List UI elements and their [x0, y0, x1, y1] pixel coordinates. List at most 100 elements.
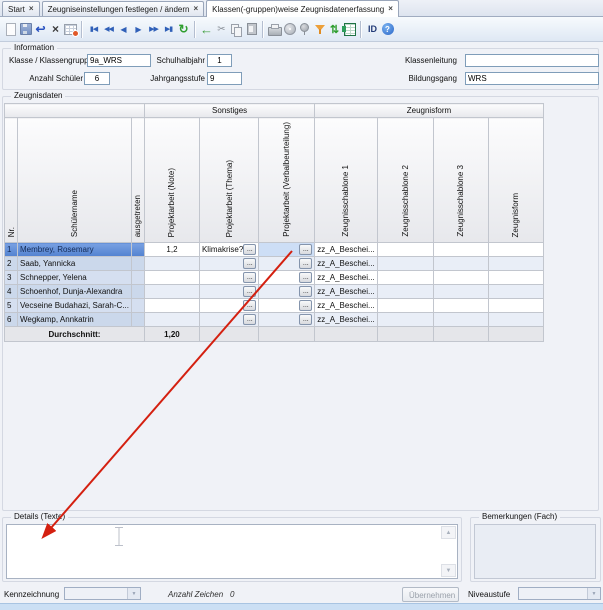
ellipsis-button[interactable]: ... — [299, 314, 312, 325]
cell-nr[interactable]: 6 — [5, 313, 18, 327]
cell-name[interactable]: Wegkamp, Annkatrin — [18, 313, 132, 327]
cell-ausgetreten[interactable] — [131, 313, 144, 327]
cell-note[interactable]: 1,2 — [144, 243, 199, 257]
refresh-icon[interactable]: ↻ — [176, 19, 191, 39]
table-edit-icon[interactable] — [63, 19, 78, 39]
kennzeichnung-combobox[interactable]: ▼ — [64, 587, 141, 600]
student-row[interactable]: 4Schoenhof, Dunja-Alexandra......zz_A_Be… — [5, 285, 544, 299]
cell-zeugnisform[interactable] — [488, 285, 543, 299]
tab-start[interactable]: Start× — [2, 1, 40, 16]
niveaustufe-combobox[interactable]: ▼ — [518, 587, 601, 600]
bemerkungen-textarea[interactable] — [474, 524, 596, 579]
anzahl-schueler-input[interactable] — [84, 72, 110, 85]
disc-icon[interactable] — [282, 19, 297, 39]
tab-close-icon[interactable]: × — [388, 5, 393, 13]
cell-thema[interactable]: Klimakrise?... — [199, 243, 258, 257]
cell-schablone3[interactable] — [433, 271, 488, 285]
cell-schablone1[interactable]: zz_A_Beschei... — [315, 313, 377, 327]
cell-name[interactable]: Vecseine Budahazi, Sarah-C... — [18, 299, 132, 313]
cell-nr[interactable]: 3 — [5, 271, 18, 285]
nav-last-icon[interactable]: ▶▮ — [161, 19, 176, 39]
cell-schablone3[interactable] — [433, 299, 488, 313]
sync-icon[interactable]: ⇅ — [327, 19, 342, 39]
cell-zeugnisform[interactable] — [488, 271, 543, 285]
print-icon[interactable] — [267, 19, 282, 39]
id-icon[interactable]: ID — [365, 19, 380, 39]
undo-icon[interactable]: ↩ — [33, 19, 48, 39]
cell-note[interactable] — [144, 257, 199, 271]
cell-schablone2[interactable] — [377, 299, 433, 313]
cell-nr[interactable]: 2 — [5, 257, 18, 271]
pin-icon[interactable] — [297, 19, 312, 39]
cell-thema[interactable]: ... — [199, 271, 258, 285]
nav-first-icon[interactable]: ▮◀ — [86, 19, 101, 39]
cell-nr[interactable]: 4 — [5, 285, 18, 299]
cell-nr[interactable]: 5 — [5, 299, 18, 313]
cell-name[interactable]: Schoenhof, Dunja-Alexandra — [18, 285, 132, 299]
ellipsis-button[interactable]: ... — [243, 258, 256, 269]
uebernehmen-button[interactable]: Übernehmen — [402, 587, 459, 602]
ellipsis-button[interactable]: ... — [243, 314, 256, 325]
delete-icon[interactable]: × — [48, 19, 63, 39]
cell-verbal[interactable]: ... — [259, 313, 315, 327]
jahrgangsstufe-input[interactable] — [207, 72, 242, 85]
help-icon[interactable]: ? — [380, 19, 395, 39]
cell-ausgetreten[interactable] — [131, 243, 144, 257]
filter-icon[interactable] — [312, 19, 327, 39]
nav-fast-prev-icon[interactable]: ◀◀ — [101, 19, 116, 39]
details-textarea[interactable]: ▲ ▼ — [6, 524, 458, 579]
cell-schablone2[interactable] — [377, 271, 433, 285]
klassenleitung-input[interactable] — [465, 54, 599, 67]
cell-thema[interactable]: ... — [199, 285, 258, 299]
ellipsis-button[interactable]: ... — [243, 286, 256, 297]
cell-schablone1[interactable]: zz_A_Beschei... — [315, 285, 377, 299]
cell-zeugnisform[interactable] — [488, 243, 543, 257]
student-row[interactable]: 2Saab, Yannicka......zz_A_Beschei... — [5, 257, 544, 271]
cell-nr[interactable]: 1 — [5, 243, 18, 257]
cell-verbal[interactable]: ... — [259, 257, 315, 271]
cell-note[interactable] — [144, 313, 199, 327]
tab-close-icon[interactable]: × — [193, 5, 198, 13]
cell-ausgetreten[interactable] — [131, 299, 144, 313]
ellipsis-button[interactable]: ... — [243, 244, 256, 255]
scroll-up-icon[interactable]: ▲ — [441, 526, 456, 539]
save-icon[interactable] — [18, 19, 33, 39]
excel-icon[interactable] — [342, 19, 357, 39]
cell-schablone2[interactable] — [377, 243, 433, 257]
cell-schablone3[interactable] — [433, 243, 488, 257]
cell-verbal[interactable]: ... — [259, 243, 315, 257]
tab-zeugniseinstellungen[interactable]: Zeugniseinstellungen festlegen / ändern× — [42, 1, 205, 16]
cell-zeugnisform[interactable] — [488, 313, 543, 327]
scroll-down-icon[interactable]: ▼ — [441, 564, 456, 577]
bildungsgang-input[interactable] — [465, 72, 599, 85]
ellipsis-button[interactable]: ... — [299, 258, 312, 269]
cell-note[interactable] — [144, 271, 199, 285]
cell-verbal[interactable]: ... — [259, 271, 315, 285]
cell-thema[interactable]: ... — [199, 257, 258, 271]
student-row[interactable]: 5Vecseine Budahazi, Sarah-C.........zz_A… — [5, 299, 544, 313]
cut-icon[interactable]: ✂ — [214, 19, 229, 39]
new-document-icon[interactable] — [3, 19, 18, 39]
tab-klassenweise-zeugnisdatenerfassung[interactable]: Klassen(-gruppen)weise Zeugnisdatenerfas… — [206, 0, 399, 17]
student-row[interactable]: 6Wegkamp, Annkatrin......zz_A_Beschei... — [5, 313, 544, 327]
schulhalbjahr-input[interactable] — [207, 54, 232, 67]
cell-schablone1[interactable]: zz_A_Beschei... — [315, 271, 377, 285]
cell-ausgetreten[interactable] — [131, 271, 144, 285]
student-row[interactable]: 1Membrey, Rosemary1,2Klimakrise?......zz… — [5, 243, 544, 257]
cell-schablone2[interactable] — [377, 257, 433, 271]
copy-icon[interactable] — [229, 19, 244, 39]
cell-zeugnisform[interactable] — [488, 257, 543, 271]
cell-name[interactable]: Membrey, Rosemary — [18, 243, 132, 257]
ellipsis-button[interactable]: ... — [299, 272, 312, 283]
cell-note[interactable] — [144, 285, 199, 299]
cell-schablone1[interactable]: zz_A_Beschei... — [315, 257, 377, 271]
cell-thema[interactable]: ... — [199, 313, 258, 327]
student-row[interactable]: 3Schnepper, Yelena......zz_A_Beschei... — [5, 271, 544, 285]
ellipsis-button[interactable]: ... — [243, 272, 256, 283]
cell-schablone3[interactable] — [433, 313, 488, 327]
cell-thema[interactable]: ... — [199, 299, 258, 313]
ellipsis-button[interactable]: ... — [299, 286, 312, 297]
cell-schablone2[interactable] — [377, 285, 433, 299]
cell-ausgetreten[interactable] — [131, 257, 144, 271]
cell-schablone2[interactable] — [377, 313, 433, 327]
